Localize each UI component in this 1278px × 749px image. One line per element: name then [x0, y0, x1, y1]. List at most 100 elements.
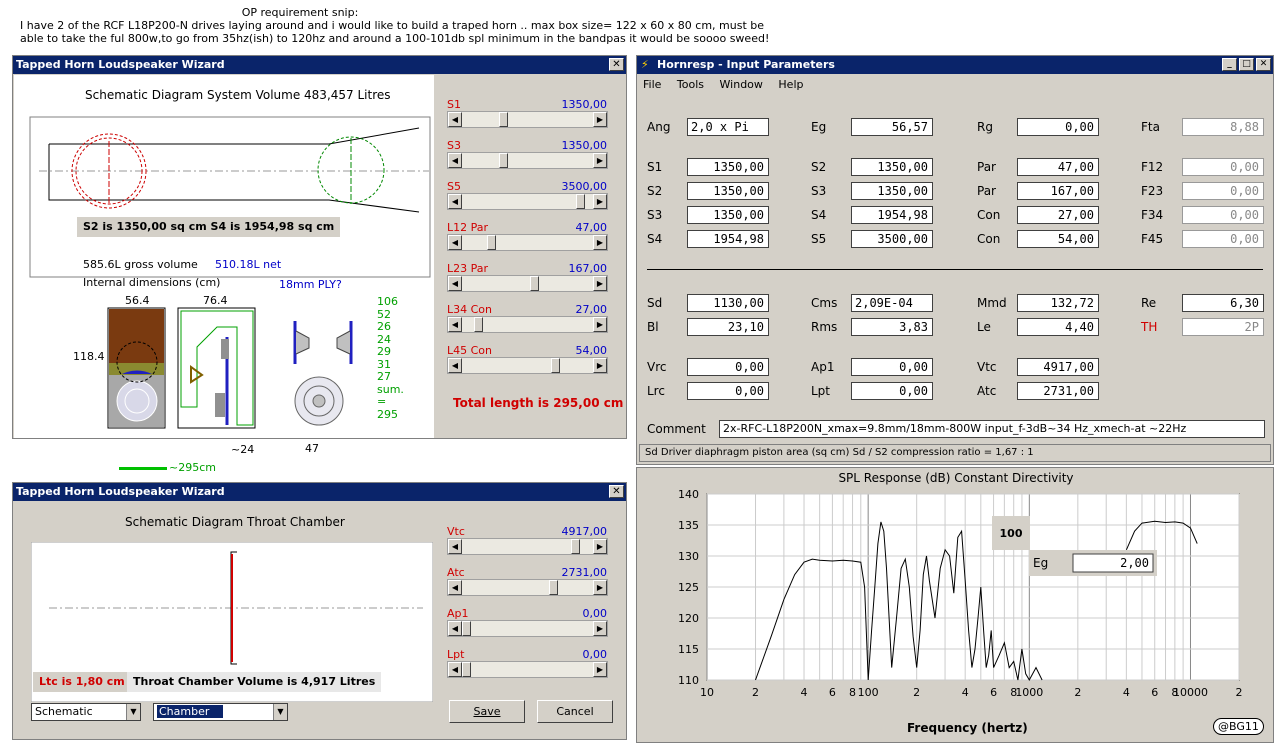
menu-tools[interactable]: Tools	[677, 78, 704, 91]
param-field-con1[interactable]: 27,00	[1017, 206, 1099, 224]
arrow-left-icon[interactable]: ◀	[448, 112, 462, 127]
param-field-s1a[interactable]: 1350,00	[687, 158, 769, 176]
param-field-s3c[interactable]: 1350,00	[687, 206, 769, 224]
arrow-right-icon[interactable]: ▶	[593, 194, 607, 209]
slider-thumb[interactable]	[486, 235, 496, 250]
minimize-button[interactable]: _	[1222, 58, 1237, 71]
save-button[interactable]: Save	[449, 700, 525, 723]
wiz1-slider[interactable]: ◀ ▶	[447, 152, 608, 169]
param-field-bl[interactable]: 23,10	[687, 318, 769, 336]
slider-thumb[interactable]	[499, 153, 509, 168]
arrow-left-icon[interactable]: ◀	[448, 276, 462, 291]
arrow-left-icon[interactable]: ◀	[448, 317, 462, 332]
arrow-right-icon[interactable]: ▶	[593, 539, 607, 554]
arrow-right-icon[interactable]: ▶	[593, 112, 607, 127]
menu-help[interactable]: Help	[778, 78, 803, 91]
wiz2-slider[interactable]: ◀ ▶	[447, 661, 608, 678]
wiz2-slider-value: 0,00	[582, 648, 608, 661]
comment-field[interactable]: 2x-RFC-L18P200N_xmax=9.8mm/18mm-800W inp…	[719, 420, 1265, 438]
wiz1-slider[interactable]: ◀ ▶	[447, 111, 608, 128]
slider-thumb[interactable]	[576, 194, 586, 209]
maximize-button[interactable]: □	[1239, 58, 1254, 71]
param-field-vrc[interactable]: 0,00	[687, 358, 769, 376]
slider-thumb[interactable]	[571, 539, 581, 554]
arrow-left-icon[interactable]: ◀	[448, 539, 462, 554]
param-field-mmd[interactable]: 132,72	[1017, 294, 1099, 312]
wiz2-slider[interactable]: ◀ ▶	[447, 620, 608, 637]
close-button-2[interactable]: ✕	[609, 485, 624, 498]
param-field-f23[interactable]: 0,00	[1182, 182, 1264, 200]
dim-width-2: 76.4	[203, 294, 228, 307]
arrow-right-icon[interactable]: ▶	[593, 276, 607, 291]
param-field-f12[interactable]: 0,00	[1182, 158, 1264, 176]
arrow-left-icon[interactable]: ◀	[448, 621, 462, 636]
param-field-eg[interactable]: 56,57	[851, 118, 933, 136]
close-button[interactable]: ✕	[609, 58, 624, 71]
param-field-fta[interactable]: 8,88	[1182, 118, 1264, 136]
slider-thumb[interactable]	[551, 358, 561, 373]
section-select[interactable]: Chamber ▼	[153, 703, 288, 721]
slider-thumb[interactable]	[499, 112, 509, 127]
arrow-right-icon[interactable]: ▶	[593, 317, 607, 332]
arrow-right-icon[interactable]: ▶	[593, 358, 607, 373]
arrow-right-icon[interactable]: ▶	[593, 235, 607, 250]
chevron-down-icon[interactable]: ▼	[126, 704, 140, 720]
chevron-down-icon[interactable]: ▼	[273, 704, 287, 720]
wiz1-slider[interactable]: ◀ ▶	[447, 234, 608, 251]
param-field-s2b[interactable]: 1350,00	[687, 182, 769, 200]
arrow-left-icon[interactable]: ◀	[448, 662, 462, 677]
param-field-rms[interactable]: 3,83	[851, 318, 933, 336]
arrow-left-icon[interactable]: ◀	[448, 153, 462, 168]
param-field-s4d[interactable]: 1954,98	[687, 230, 769, 248]
param-field-le[interactable]: 4,40	[1017, 318, 1099, 336]
param-field-s3b[interactable]: 1350,00	[851, 182, 933, 200]
arrow-right-icon[interactable]: ▶	[593, 580, 607, 595]
wiz2-slider[interactable]: ◀ ▶	[447, 579, 608, 596]
param-field-rg[interactable]: 0,00	[1017, 118, 1099, 136]
wiz1-slider[interactable]: ◀ ▶	[447, 193, 608, 210]
param-field-s2a[interactable]: 1350,00	[851, 158, 933, 176]
view-select[interactable]: Schematic ▼	[31, 703, 141, 721]
slider-thumb[interactable]	[548, 580, 558, 595]
param-field-lrc[interactable]: 0,00	[687, 382, 769, 400]
slider-thumb[interactable]	[530, 276, 540, 291]
x-tick-label: 6	[990, 686, 997, 699]
param-field-f45[interactable]: 0,00	[1182, 230, 1264, 248]
arrow-left-icon[interactable]: ◀	[448, 580, 462, 595]
param-field-ang[interactable]: 2,0 x Pi	[687, 118, 769, 136]
slider-thumb[interactable]	[474, 317, 484, 332]
menu-file[interactable]: File	[643, 78, 661, 91]
arrow-left-icon[interactable]: ◀	[448, 194, 462, 209]
cancel-button[interactable]: Cancel	[537, 700, 613, 723]
param-field-atc[interactable]: 2731,00	[1017, 382, 1099, 400]
param-field-cms[interactable]: 2,09E-04	[851, 294, 933, 312]
slider-thumb[interactable]	[462, 621, 471, 636]
param-field-vtc[interactable]: 4917,00	[1017, 358, 1099, 376]
slider-thumb[interactable]	[462, 662, 471, 677]
arrow-right-icon[interactable]: ▶	[593, 662, 607, 677]
param-field-ap1[interactable]: 0,00	[851, 358, 933, 376]
arrow-left-icon[interactable]: ◀	[448, 235, 462, 250]
arrow-right-icon[interactable]: ▶	[593, 621, 607, 636]
param-field-par2[interactable]: 167,00	[1017, 182, 1099, 200]
param-field-s4c[interactable]: 1954,98	[851, 206, 933, 224]
menu-window[interactable]: Window	[720, 78, 763, 91]
param-field-th[interactable]: 2P	[1182, 318, 1264, 336]
arrow-right-icon[interactable]: ▶	[593, 153, 607, 168]
y-tick-label: 110	[678, 674, 699, 687]
wiz1-slider[interactable]: ◀ ▶	[447, 357, 608, 374]
close-button-3[interactable]: ✕	[1256, 58, 1271, 71]
param-field-con2[interactable]: 54,00	[1017, 230, 1099, 248]
param-field-par1[interactable]: 47,00	[1017, 158, 1099, 176]
param-field-re[interactable]: 6,30	[1182, 294, 1264, 312]
wiz1-slider[interactable]: ◀ ▶	[447, 275, 608, 292]
param-field-f34[interactable]: 0,00	[1182, 206, 1264, 224]
param-field-s5d[interactable]: 3500,00	[851, 230, 933, 248]
param-field-lpt[interactable]: 0,00	[851, 382, 933, 400]
param-field-sd[interactable]: 1130,00	[687, 294, 769, 312]
wiz2-slider[interactable]: ◀ ▶	[447, 538, 608, 555]
arrow-left-icon[interactable]: ◀	[448, 358, 462, 373]
y-tick-label: 125	[678, 581, 699, 594]
x-tick-label: 2	[913, 686, 920, 699]
wiz1-slider[interactable]: ◀ ▶	[447, 316, 608, 333]
